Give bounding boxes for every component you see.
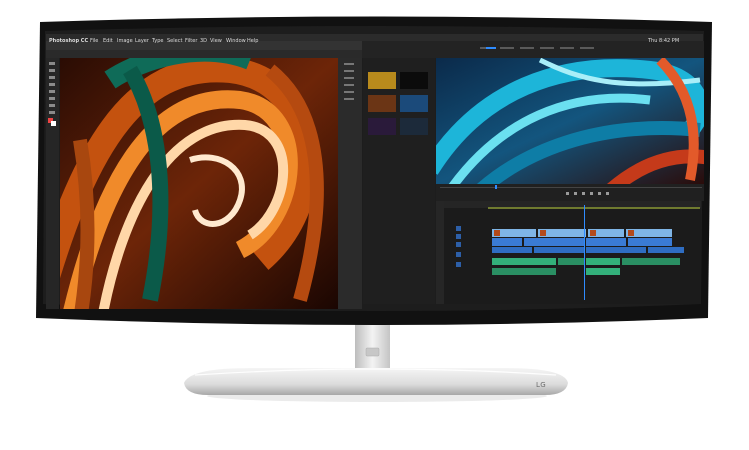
app-menu-name[interactable]: Photoshop CC (49, 38, 88, 44)
timeline-playhead (584, 205, 585, 300)
ps-canvas-artwork (60, 58, 338, 309)
ps-tools-panel (46, 58, 59, 309)
menu-filter[interactable]: Filter (185, 38, 197, 44)
menubar-clock: Thu 8:42 PM (648, 38, 680, 44)
menu-window[interactable]: Window (226, 38, 246, 44)
menu-type[interactable]: Type (152, 38, 163, 44)
premiere-tools-panel (363, 184, 435, 304)
menu-edit[interactable]: Edit (103, 38, 113, 44)
menu-layer[interactable]: Layer (135, 38, 149, 44)
premiere-transport-bar (436, 184, 704, 201)
menu-image[interactable]: Image (117, 38, 133, 44)
stand-cable-hole (365, 347, 380, 357)
menu-view[interactable]: View (210, 38, 222, 44)
menu-help[interactable]: Help (247, 38, 258, 44)
lg-logo: LG (536, 381, 546, 389)
timeline-video-clips (492, 229, 684, 253)
monitor-product-photo (36, 16, 712, 402)
menu-select[interactable]: Select (167, 38, 182, 44)
premiere-program-monitor (436, 58, 704, 184)
menu-file[interactable]: File (90, 38, 98, 44)
menu-3d[interactable]: 3D (200, 38, 207, 44)
ps-side-panel (338, 58, 362, 309)
